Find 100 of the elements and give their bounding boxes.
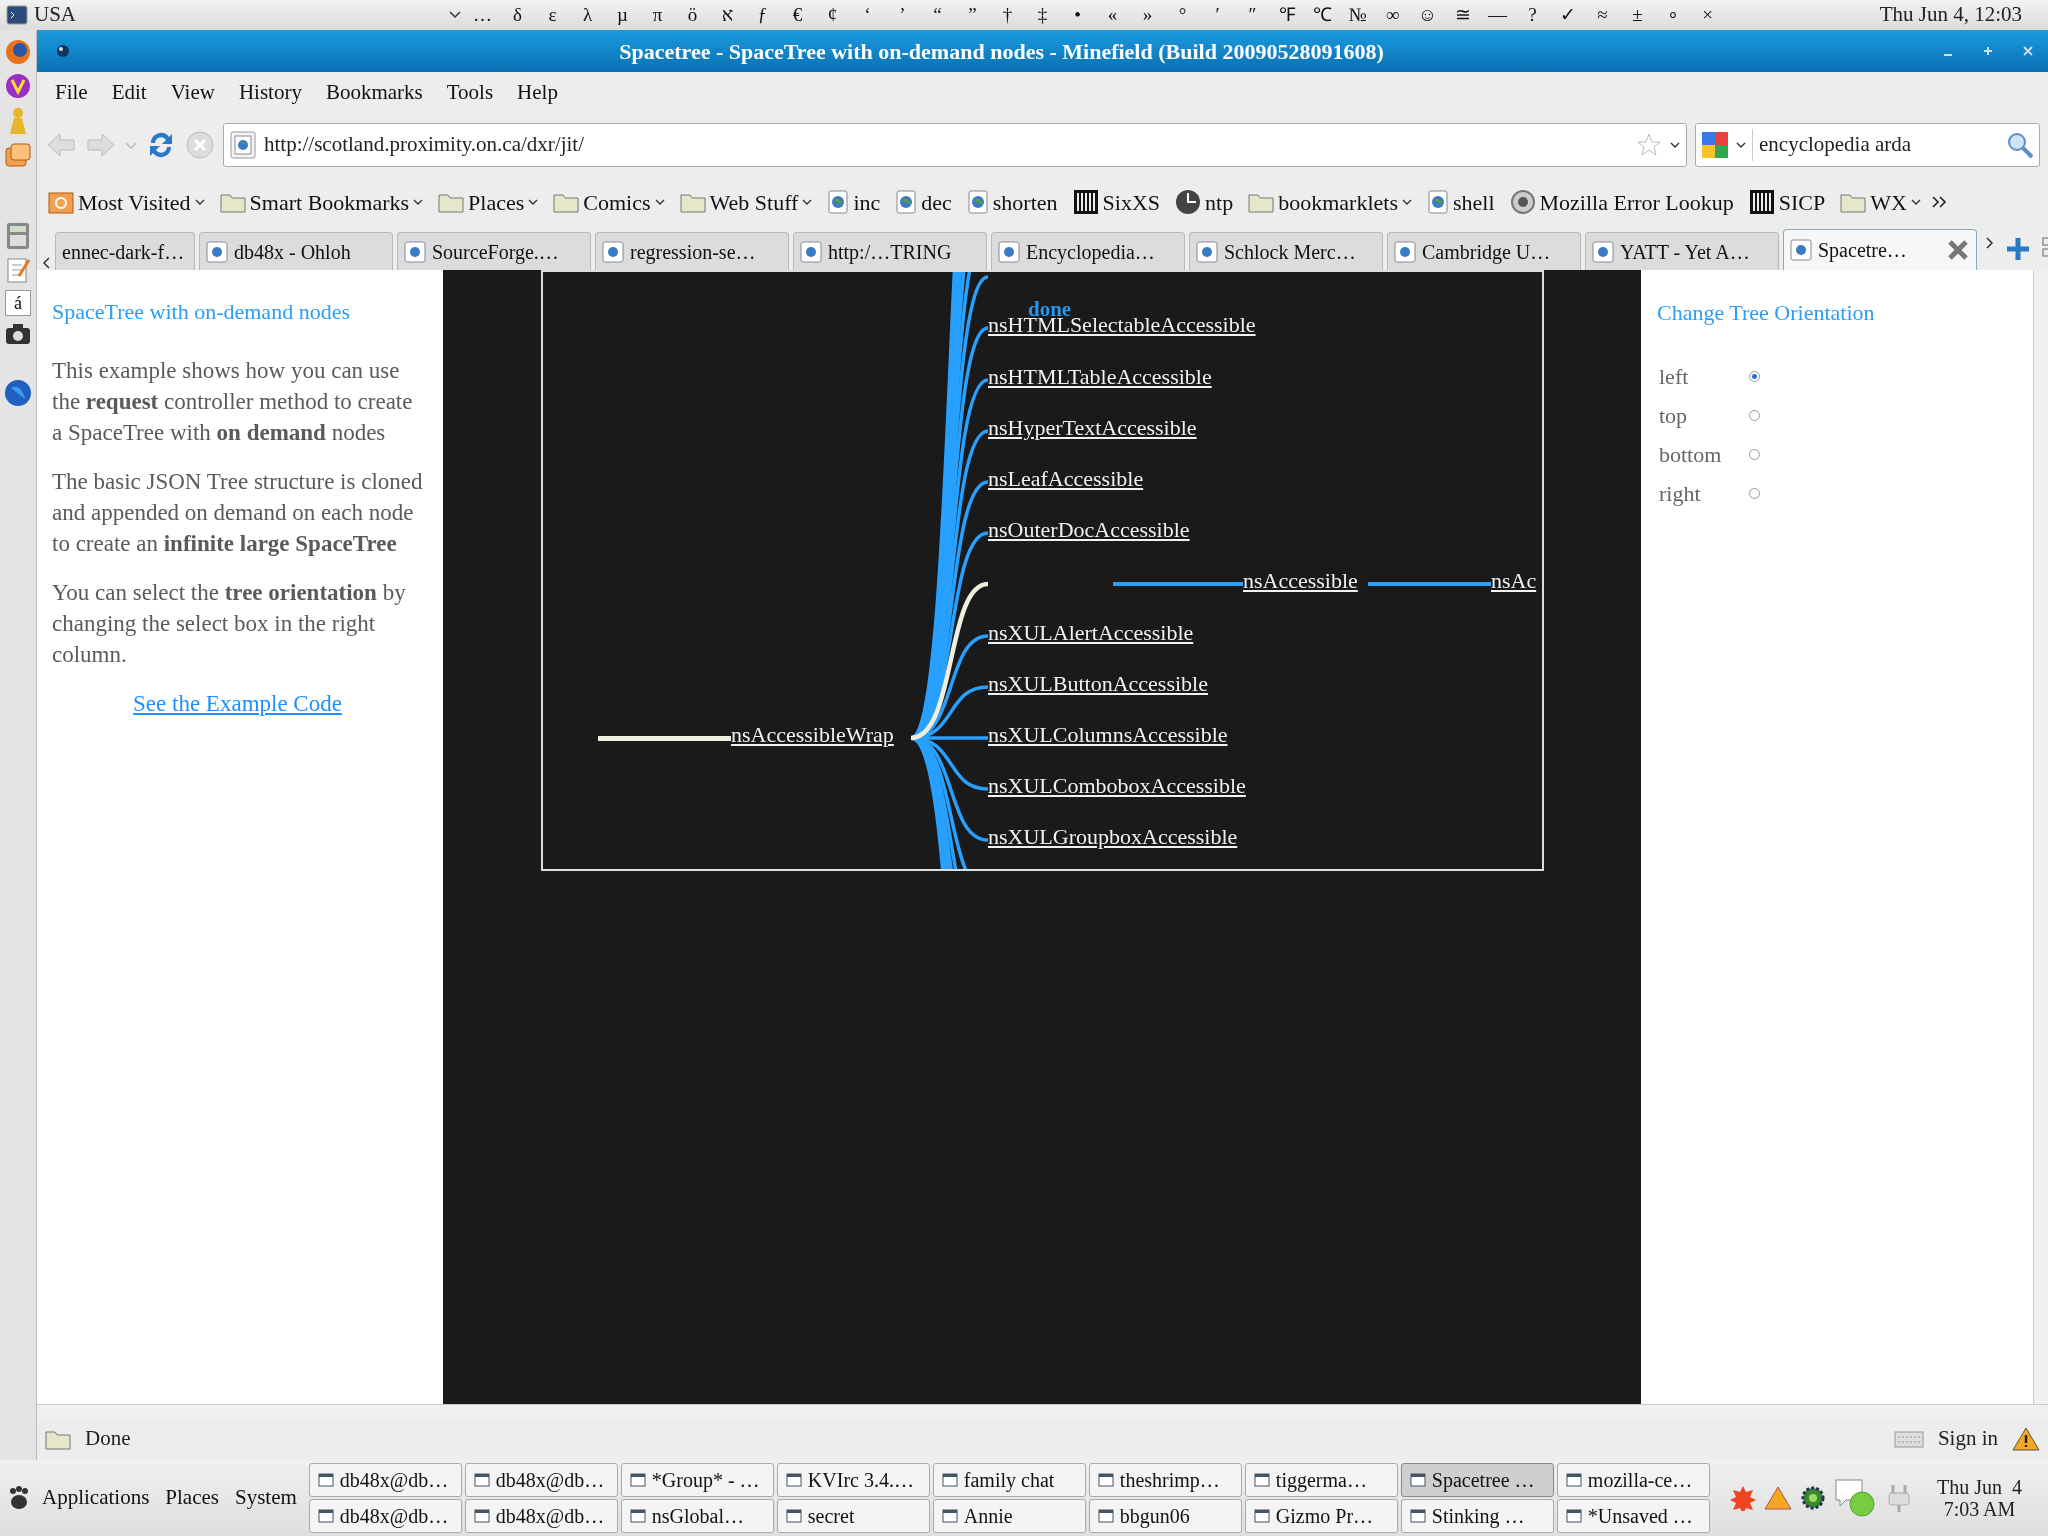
browser-tab[interactable]: db48x - Ohloh bbox=[199, 232, 393, 270]
bookmark-menu[interactable]: Web Stuff bbox=[674, 183, 818, 221]
browser-tab[interactable]: Spacetre… bbox=[1783, 229, 1977, 270]
character-key[interactable]: ƒ bbox=[748, 1, 777, 29]
warning-icon[interactable] bbox=[2012, 1426, 2040, 1452]
notepad-icon[interactable] bbox=[5, 256, 31, 284]
browser-tab[interactable]: ennec-dark-f… bbox=[55, 232, 195, 270]
bookmark-link[interactable]: shell bbox=[1421, 183, 1500, 221]
browser-tab[interactable]: Cambridge U… bbox=[1387, 232, 1581, 270]
panel-menu[interactable]: Applications bbox=[38, 1482, 154, 1514]
taskbar-button[interactable]: db48x@db… bbox=[464, 1463, 618, 1497]
character-key[interactable]: ∞ bbox=[1378, 1, 1407, 29]
character-key[interactable]: » bbox=[1133, 1, 1162, 29]
menu-item[interactable]: File bbox=[45, 75, 98, 111]
tree-node[interactable]: nsLeafAccessible bbox=[988, 466, 1144, 492]
keyboard-layout[interactable]: USA bbox=[34, 0, 76, 31]
character-key[interactable]: ′ bbox=[1203, 1, 1232, 29]
menu-item[interactable]: Edit bbox=[101, 75, 157, 111]
character-key[interactable]: π bbox=[643, 1, 672, 29]
browser-tab[interactable]: SourceForge.… bbox=[397, 232, 591, 270]
taskbar-button[interactable]: family chat bbox=[932, 1463, 1086, 1497]
bookmark-link[interactable]: Mozilla Error Lookup bbox=[1504, 183, 1739, 221]
menu-item[interactable]: History bbox=[228, 75, 312, 111]
browser-tab[interactable]: Schlock Merc… bbox=[1189, 232, 1383, 270]
bookmark-link[interactable]: SICP bbox=[1743, 183, 1831, 221]
browser-tab[interactable]: http:/…TRING bbox=[793, 232, 987, 270]
character-key[interactable]: € bbox=[783, 1, 812, 29]
character-key[interactable]: ✓ bbox=[1553, 1, 1582, 29]
clock[interactable]: Thu Jun 4, 12:03 bbox=[1879, 0, 2022, 31]
taskbar-button[interactable]: KVIrc 3.4.… bbox=[776, 1463, 930, 1497]
caret-icon[interactable] bbox=[1736, 141, 1746, 149]
character-key[interactable]: “ bbox=[923, 1, 952, 29]
search-field[interactable]: encyclopedia arda bbox=[1695, 123, 2040, 167]
bookmark-menu[interactable]: Comics bbox=[548, 183, 670, 221]
taskbar-button[interactable]: nsGlobal… bbox=[620, 1499, 774, 1533]
taskbar-button[interactable]: mozilla-ce… bbox=[1556, 1463, 1710, 1497]
scroll-right-icon[interactable] bbox=[1985, 236, 1995, 250]
character-key[interactable]: ¢ bbox=[818, 1, 847, 29]
menu-item[interactable]: Bookmarks bbox=[315, 75, 433, 111]
character-key[interactable]: — bbox=[1483, 1, 1512, 29]
character-key[interactable]: λ bbox=[573, 1, 602, 29]
taskbar-button[interactable]: Stinking … bbox=[1400, 1499, 1554, 1533]
gear-icon[interactable] bbox=[1799, 1485, 1826, 1511]
browser-tab[interactable]: Encyclopedia… bbox=[991, 232, 1185, 270]
maximize-icon[interactable] bbox=[1981, 44, 1995, 58]
character-key[interactable]: ° bbox=[1168, 1, 1197, 29]
close-icon[interactable] bbox=[2021, 44, 2035, 58]
tree-node[interactable]: nsXULColumnsAccessible bbox=[988, 722, 1228, 748]
character-key[interactable]: ε bbox=[538, 1, 567, 29]
character-key[interactable]: ’ bbox=[888, 1, 917, 29]
taskbar-button[interactable]: bbgun06 bbox=[1088, 1499, 1242, 1533]
camera-icon[interactable] bbox=[4, 322, 32, 346]
tree-node[interactable]: nsAccessibleWrap bbox=[731, 722, 894, 748]
character-key[interactable]: † bbox=[993, 1, 1022, 29]
search-icon[interactable] bbox=[2005, 130, 2035, 160]
tree-node[interactable]: nsAc bbox=[1491, 568, 1537, 594]
browser-icon[interactable] bbox=[4, 38, 32, 66]
character-key[interactable]: … bbox=[468, 1, 497, 29]
chat-status-icon[interactable] bbox=[1833, 1478, 1878, 1518]
character-key[interactable]: ≈ bbox=[1588, 1, 1617, 29]
scroll-left-icon[interactable] bbox=[41, 256, 51, 270]
close-icon[interactable] bbox=[1946, 238, 1970, 262]
taskbar-button[interactable]: Spacetree … bbox=[1400, 1463, 1554, 1497]
browser-tab[interactable]: YATT - Yet A… bbox=[1585, 232, 1779, 270]
browser-tab[interactable]: regression-se… bbox=[595, 232, 789, 270]
taskbar-button[interactable]: db48x@db… bbox=[464, 1499, 618, 1533]
character-key[interactable]: ∘ bbox=[1658, 1, 1687, 29]
character-key[interactable]: ‡ bbox=[1028, 1, 1057, 29]
search-engine-icon[interactable] bbox=[1700, 130, 1730, 160]
taskbar-button[interactable]: Annie bbox=[932, 1499, 1086, 1533]
chevron-icon[interactable] bbox=[1930, 195, 1949, 209]
character-key[interactable]: № bbox=[1343, 1, 1372, 29]
character-key[interactable]: « bbox=[1098, 1, 1127, 29]
character-key[interactable]: δ bbox=[503, 1, 532, 29]
tree-node[interactable]: nsHyperTextAccessible bbox=[988, 415, 1197, 441]
new-tab-icon[interactable] bbox=[2005, 236, 2031, 262]
panel-clock[interactable]: Thu Jun 4 7:03 AM bbox=[1937, 1476, 2022, 1520]
tree-node[interactable]: nsOuterDocAccessible bbox=[988, 517, 1190, 543]
bookmark-menu[interactable]: bookmarklets bbox=[1243, 183, 1417, 221]
power-plug-icon[interactable] bbox=[1885, 1483, 1912, 1513]
tree-node[interactable]: nsXULGroupboxAccessible bbox=[988, 824, 1238, 850]
character-key[interactable]: • bbox=[1063, 1, 1092, 29]
taskbar-button[interactable]: tiggerma… bbox=[1244, 1463, 1398, 1497]
character-key[interactable]: ‘ bbox=[853, 1, 882, 29]
taskbar-button[interactable]: db48x@db… bbox=[308, 1463, 462, 1497]
letter-v-icon[interactable] bbox=[4, 72, 32, 100]
character-key[interactable]: ö bbox=[678, 1, 707, 29]
character-launcher[interactable]: á bbox=[5, 290, 31, 316]
caret-icon[interactable] bbox=[1670, 141, 1680, 149]
menu-item[interactable]: View bbox=[160, 75, 225, 111]
character-key[interactable]: ☺ bbox=[1413, 1, 1442, 29]
tree-node[interactable]: nsXULComboboxAccessible bbox=[988, 773, 1246, 799]
character-key[interactable]: א bbox=[713, 1, 742, 29]
panel-menu[interactable]: System bbox=[231, 1482, 301, 1514]
calculator-icon[interactable] bbox=[5, 222, 31, 250]
bookmark-link[interactable]: ntp bbox=[1170, 183, 1239, 221]
taskbar-button[interactable]: *Unsaved … bbox=[1556, 1499, 1710, 1533]
character-key[interactable]: ? bbox=[1518, 1, 1547, 29]
bookmark-menu[interactable]: Smart Bookmarks bbox=[214, 183, 429, 221]
alert-icon[interactable] bbox=[1729, 1485, 1756, 1511]
